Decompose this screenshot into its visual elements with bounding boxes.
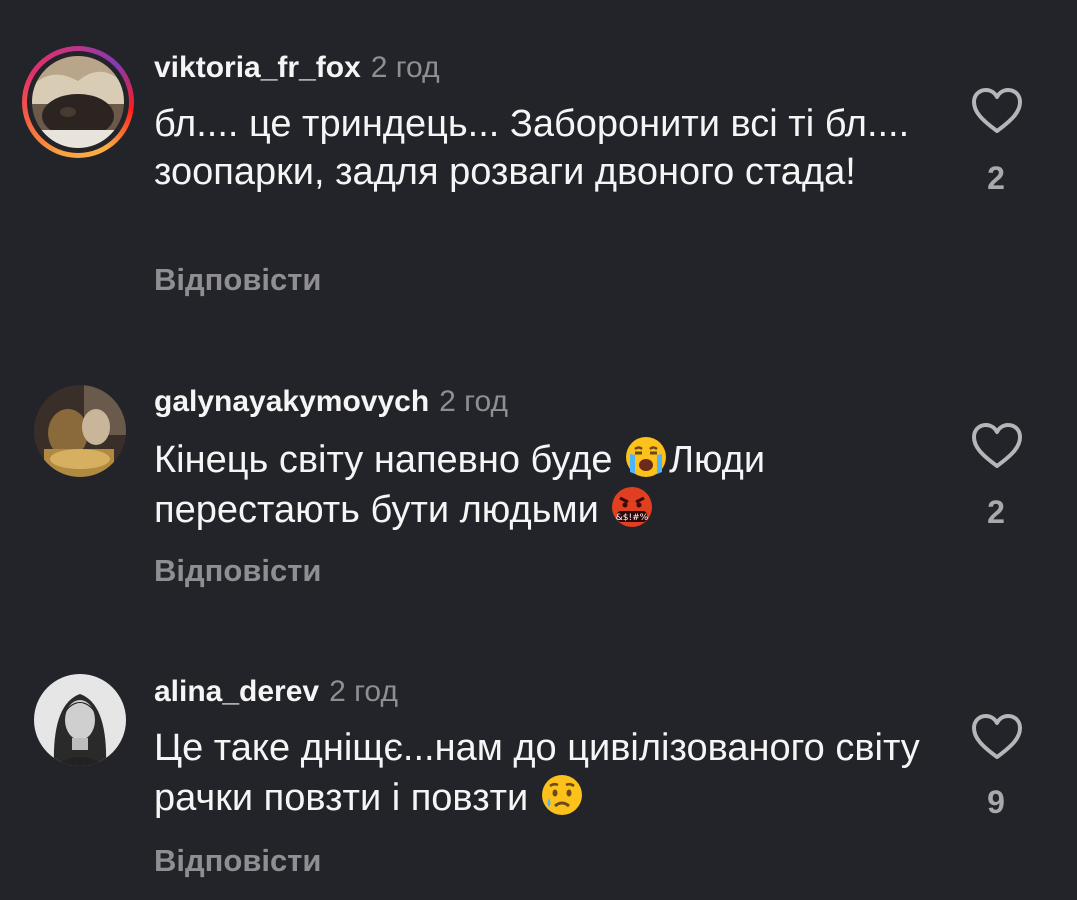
comment-time: 2 год: [370, 51, 440, 84]
reply-button[interactable]: Відповісти: [154, 843, 322, 879]
comment-text: Це таке дніщє...нам до цивілізованого св…: [154, 724, 934, 822]
comment-text: бл.... це триндець... Заборонити всі ті …: [154, 103, 910, 193]
comment-text-part: Кінець світу напевно буде: [154, 439, 613, 481]
username[interactable]: alina_derev: [154, 675, 319, 708]
svg-text:&$!#%: &$!#%: [616, 513, 649, 523]
avatar-story-ring[interactable]: [22, 46, 134, 158]
reply-button[interactable]: Відповісти: [154, 553, 322, 589]
avatar[interactable]: [34, 674, 126, 766]
reply-button[interactable]: Відповісти: [154, 262, 322, 298]
loudly-crying-face-icon: [626, 437, 667, 477]
crying-face-icon: [541, 775, 582, 815]
comment-time: 2 год: [439, 385, 508, 418]
face-with-symbols-on-mouth-icon: &$!#%: [612, 487, 653, 527]
like-count: 9: [987, 784, 1005, 820]
heart-icon[interactable]: [970, 86, 1024, 136]
like-count: 2: [987, 160, 1005, 196]
username[interactable]: viktoria_fr_fox: [154, 51, 361, 84]
username[interactable]: galynayakymovych: [154, 385, 429, 418]
like-count: 2: [987, 494, 1005, 530]
avatar: [32, 56, 124, 148]
comment-time: 2 год: [329, 675, 398, 708]
avatar[interactable]: [34, 385, 126, 477]
heart-icon[interactable]: [970, 421, 1024, 471]
comment-text-part: Це таке дніщє...нам до цивілізованого св…: [154, 727, 920, 819]
comment-text: Кінець світу напевно буде Люди перестают…: [154, 434, 934, 534]
heart-icon[interactable]: [970, 712, 1024, 762]
